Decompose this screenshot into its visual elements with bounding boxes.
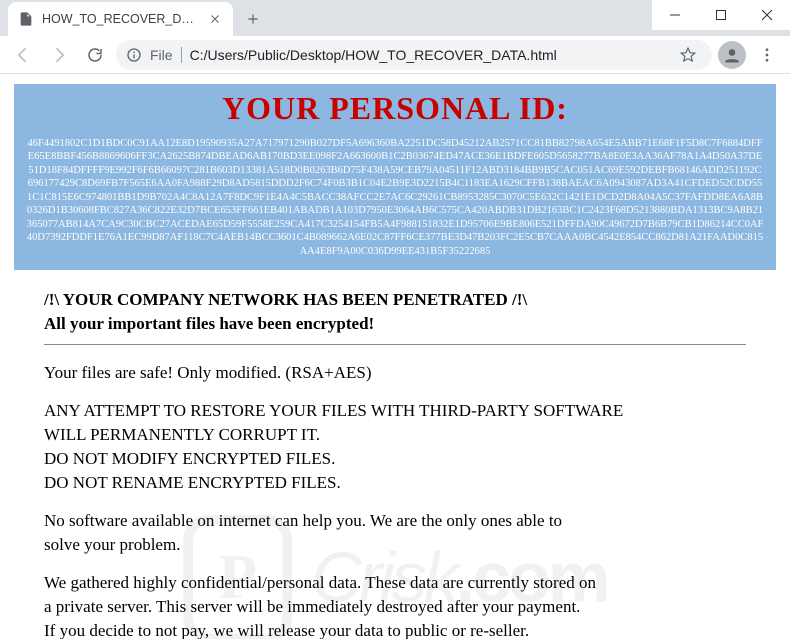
bookmark-star-button[interactable] — [674, 41, 702, 69]
note-nosoft-1: No software available on internet can he… — [44, 511, 746, 531]
note-warn-3: DO NOT MODIFY ENCRYPTED FILES. — [44, 449, 746, 469]
divider — [44, 344, 746, 345]
forward-button[interactable] — [44, 40, 74, 70]
note-warn-2: WILL PERMANENTLY CORRUPT IT. — [44, 425, 746, 445]
ransom-note-body: /!\ YOUR COMPANY NETWORK HAS BEEN PENETR… — [14, 270, 776, 639]
reload-button[interactable] — [80, 40, 110, 70]
kebab-menu-button[interactable] — [752, 40, 782, 70]
personal-id-value: 46F4491802C1D1BDC0C91AA12E8D19590935A27A… — [22, 137, 768, 258]
url-path: C:/Users/Public/Desktop/HOW_TO_RECOVER_D… — [190, 47, 666, 63]
note-gather-3: If you decide to not pay, we will releas… — [44, 621, 746, 639]
note-gather-2: a private server. This server will be im… — [44, 597, 746, 617]
personal-id-banner: YOUR PERSONAL ID: 46F4491802C1D1BDC0C91A… — [14, 84, 776, 270]
minimize-button[interactable] — [652, 0, 698, 30]
note-nosoft-2: solve your problem. — [44, 535, 746, 555]
tab-title: HOW_TO_RECOVER_DATA.html — [42, 12, 199, 26]
address-bar[interactable]: File C:/Users/Public/Desktop/HOW_TO_RECO… — [116, 40, 712, 70]
note-warn-1: ANY ATTEMPT TO RESTORE YOUR FILES WITH T… — [44, 401, 746, 421]
page-content: YOUR PERSONAL ID: 46F4491802C1D1BDC0C91A… — [14, 84, 776, 639]
personal-id-heading: YOUR PERSONAL ID: — [22, 90, 768, 127]
separator — [181, 47, 182, 63]
note-gather-1: We gathered highly confidential/personal… — [44, 573, 746, 593]
browser-tab[interactable]: HOW_TO_RECOVER_DATA.html — [8, 2, 233, 36]
info-icon[interactable] — [126, 47, 142, 63]
close-tab-button[interactable] — [207, 11, 223, 27]
headline-encrypted: All your important files have been encry… — [44, 314, 746, 334]
maximize-button[interactable] — [698, 0, 744, 30]
file-icon — [18, 11, 34, 27]
profile-avatar-button[interactable] — [718, 41, 746, 69]
new-tab-button[interactable] — [239, 5, 267, 33]
url-scheme-label: File — [150, 47, 173, 63]
close-window-button[interactable] — [744, 0, 790, 30]
browser-toolbar: File C:/Users/Public/Desktop/HOW_TO_RECO… — [0, 36, 790, 74]
note-warn-4: DO NOT RENAME ENCRYPTED FILES. — [44, 473, 746, 493]
tab-strip: HOW_TO_RECOVER_DATA.html — [0, 0, 790, 36]
note-files-safe: Your files are safe! Only modified. (RSA… — [44, 363, 746, 383]
headline-penetrated: /!\ YOUR COMPANY NETWORK HAS BEEN PENETR… — [44, 290, 746, 310]
back-button[interactable] — [8, 40, 38, 70]
window-controls — [652, 0, 790, 30]
